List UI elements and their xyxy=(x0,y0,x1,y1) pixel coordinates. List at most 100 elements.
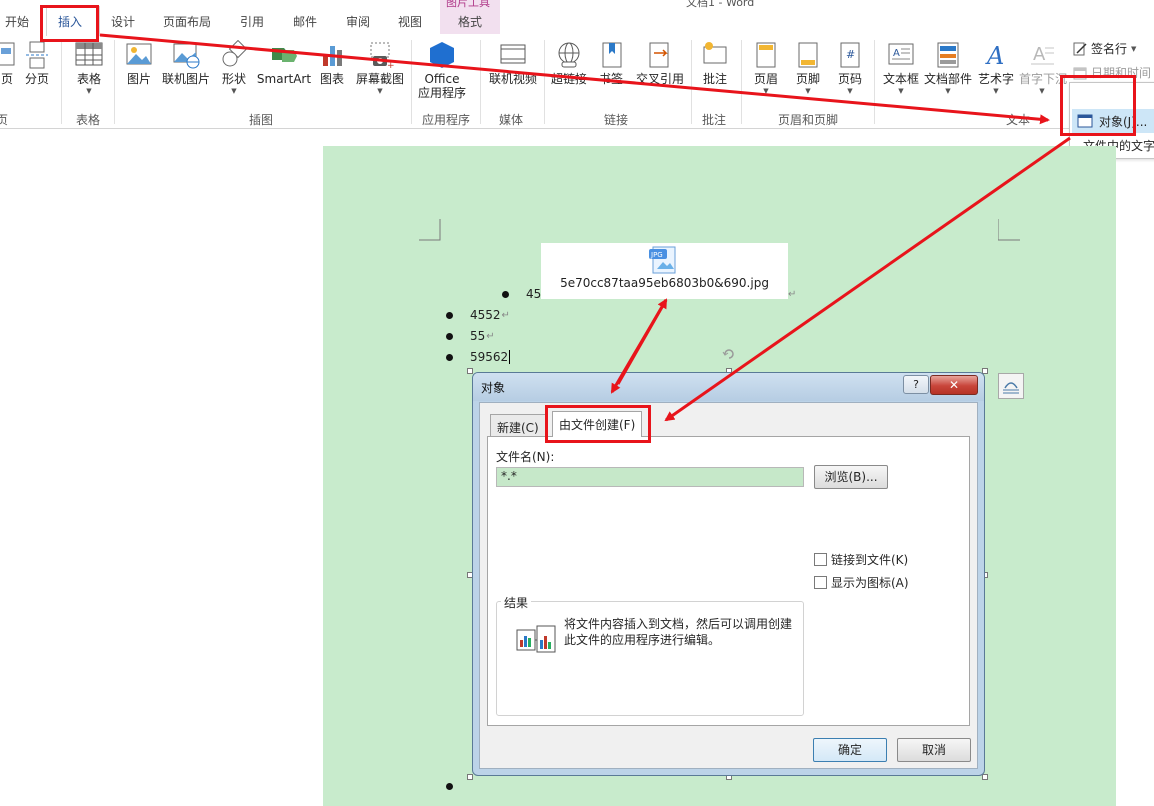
dropdown-caret-icon: ▼ xyxy=(898,87,904,95)
online-picture-icon xyxy=(173,43,200,69)
wordart-button[interactable]: A 艺术字 ▼ xyxy=(977,40,1015,104)
page-corner-mark xyxy=(998,219,1020,241)
dropdown-caret-icon: ▼ xyxy=(1039,87,1045,95)
smartart-button[interactable]: SmartArt xyxy=(256,40,312,104)
group-label-illustrations: 插图 xyxy=(249,113,274,127)
hyperlink-icon xyxy=(558,42,580,68)
smartart-icon xyxy=(272,48,297,62)
tab-panel: 文件名(N): *.* 浏览(B)... 链接到文件(K) 显示为图标(A) 结… xyxy=(487,436,970,726)
result-group: 结果 将文件内容插入到文档，然后可以调用创建此文件的应用程序进行编辑。 xyxy=(496,594,804,716)
group-separator xyxy=(114,40,115,124)
list-item[interactable]: 55 ↵ xyxy=(446,329,495,343)
text-box-button[interactable]: A 文本框 ▼ xyxy=(881,40,921,104)
list-item[interactable]: 45 xyxy=(502,287,541,301)
dropdown-caret-icon: ▼ xyxy=(805,87,811,95)
tab-mailings[interactable]: 邮件 xyxy=(293,13,317,30)
chart-button[interactable]: 图表 xyxy=(318,40,346,104)
resize-handle[interactable] xyxy=(467,774,473,780)
cross-reference-button[interactable]: 交叉引用 xyxy=(634,40,686,104)
shapes-icon xyxy=(222,40,248,67)
dialog-titlebar[interactable]: 对象 ? ✕ xyxy=(473,373,984,401)
group-separator xyxy=(61,40,62,124)
window-title: 文档1 - Word xyxy=(686,0,755,9)
hyperlink-button[interactable]: 超链接 xyxy=(550,40,588,104)
bullet-icon xyxy=(446,311,453,319)
dialog-body: 新建(C) 由文件创建(F) 文件名(N): *.* 浏览(B)... 链接到文… xyxy=(479,402,978,769)
table-button[interactable]: 表格 ▼ xyxy=(72,40,106,104)
tab-references[interactable]: 引用 xyxy=(240,13,264,30)
cancel-button[interactable]: 取消 xyxy=(897,738,971,762)
dropdown-caret-icon: ▼ xyxy=(763,87,769,95)
bullet-icon xyxy=(446,332,453,340)
dialog-title: 对象 xyxy=(481,381,506,395)
embedded-file-object[interactable]: JPG 5e70cc87taa95eb6803b0&690.jpg xyxy=(541,243,788,299)
online-video-button[interactable]: 联机视频 xyxy=(487,40,539,104)
list-item[interactable] xyxy=(446,783,470,790)
paragraph-mark-icon: ↵ xyxy=(501,309,510,321)
text-box-icon: A xyxy=(888,43,914,65)
jpg-file-icon: JPG xyxy=(649,246,676,274)
result-description: 将文件内容插入到文档，然后可以调用创建此文件的应用程序进行编辑。 xyxy=(564,617,793,647)
signature-line-button[interactable]: 签名行 ▼ xyxy=(1073,40,1136,57)
svg-text:A: A xyxy=(985,42,1004,70)
page-break-icon xyxy=(26,41,48,69)
drop-cap-button[interactable]: A 首字下沉 ▼ xyxy=(1019,40,1067,104)
footer-icon xyxy=(798,42,818,68)
link-to-file-checkbox[interactable]: 链接到文件(K) xyxy=(814,551,908,568)
signature-pen-icon xyxy=(1073,42,1087,55)
dropdown-caret-icon: ▼ xyxy=(993,87,999,95)
page-button[interactable]: 页 xyxy=(0,40,18,104)
tab-home[interactable]: 开始 xyxy=(5,13,29,30)
close-button[interactable]: ✕ xyxy=(930,375,978,395)
footer-button[interactable]: 页脚 ▼ xyxy=(793,40,823,104)
office-apps-button[interactable]: Office 应用程序 xyxy=(416,40,468,104)
tab-format[interactable]: 格式 xyxy=(458,13,482,30)
group-separator xyxy=(741,40,742,124)
ok-button[interactable]: 确定 xyxy=(813,738,887,762)
rotate-handle-icon[interactable] xyxy=(722,347,736,361)
help-button[interactable]: ? xyxy=(903,375,929,394)
browse-button[interactable]: 浏览(B)... xyxy=(814,465,888,489)
layout-options-button[interactable] xyxy=(998,373,1024,399)
tab-design[interactable]: 设计 xyxy=(111,13,135,30)
display-as-icon-checkbox[interactable]: 显示为图标(A) xyxy=(814,574,909,591)
cross-reference-icon xyxy=(649,42,669,68)
shapes-button[interactable]: 形状 ▼ xyxy=(220,40,248,104)
header-button[interactable]: 页眉 ▼ xyxy=(751,40,781,104)
group-separator xyxy=(411,40,412,124)
text-cursor xyxy=(509,350,511,364)
group-label-comments: 批注 xyxy=(702,113,727,127)
screenshot-button[interactable]: + 屏幕截图 ▼ xyxy=(354,40,406,104)
page-break-button[interactable]: 分页 xyxy=(22,40,52,104)
paragraph-mark-icon: ↵ xyxy=(788,289,797,300)
tab-review[interactable]: 审阅 xyxy=(346,13,370,30)
tab-create-new[interactable]: 新建(C) xyxy=(490,414,546,438)
bookmark-button[interactable]: 书签 xyxy=(597,40,625,104)
tab-create-from-file[interactable]: 由文件创建(F) xyxy=(552,411,643,437)
dropdown-caret-icon: ▼ xyxy=(231,87,237,95)
embedded-object-icon xyxy=(516,625,556,653)
screenshot-icon: + xyxy=(370,42,395,70)
page-number-icon: # xyxy=(840,42,860,68)
page-number-button[interactable]: # 页码 ▼ xyxy=(835,40,865,104)
quick-parts-icon xyxy=(937,42,959,68)
bookmark-icon xyxy=(602,42,622,68)
filename-input[interactable]: *.* xyxy=(496,467,804,487)
picture-tools-label: 图片工具 xyxy=(446,0,490,9)
bullet-icon xyxy=(502,290,509,298)
page-corner-mark xyxy=(419,219,441,241)
highlight-box-object-menu xyxy=(1060,75,1136,136)
svg-text:JPG: JPG xyxy=(650,251,663,259)
page-icon xyxy=(0,42,15,66)
comment-button[interactable]: 批注 xyxy=(698,40,732,104)
list-item[interactable]: 59562 xyxy=(446,350,511,364)
group-separator xyxy=(874,40,875,124)
resize-handle[interactable] xyxy=(982,774,988,780)
picture-button[interactable]: 图片 xyxy=(124,40,154,104)
online-picture-button[interactable]: 联机图片 xyxy=(162,40,210,104)
bullet-icon xyxy=(446,783,453,790)
tab-view[interactable]: 视图 xyxy=(398,13,422,30)
quick-parts-button[interactable]: 文档部件 ▼ xyxy=(923,40,973,104)
tab-page-layout[interactable]: 页面布局 xyxy=(163,13,211,30)
list-item[interactable]: 4552 ↵ xyxy=(446,308,510,322)
